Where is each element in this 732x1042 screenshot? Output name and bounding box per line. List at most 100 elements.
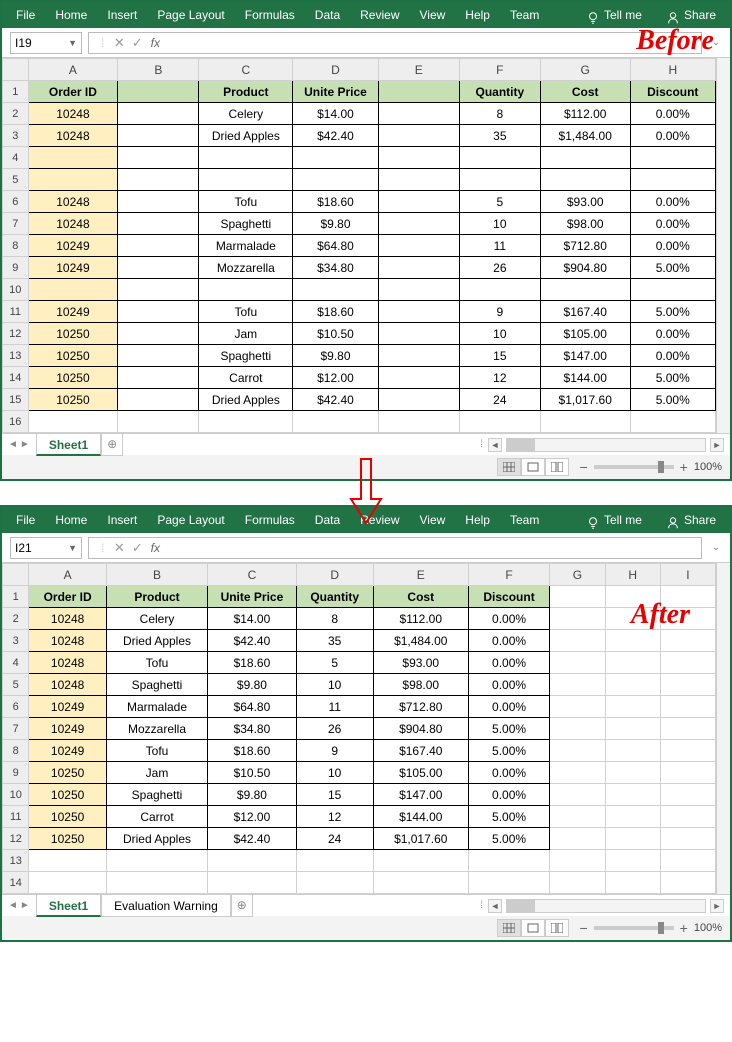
tell-me-button[interactable]: Tell me [576, 507, 652, 533]
cell[interactable]: 10248 [28, 191, 118, 213]
cell[interactable] [550, 806, 605, 828]
cell[interactable] [605, 652, 660, 674]
cell[interactable]: 10248 [29, 674, 106, 696]
row-header-12[interactable]: 12 [3, 828, 29, 850]
row-header-1[interactable]: 1 [3, 586, 29, 608]
cell[interactable]: $42.40 [293, 125, 378, 147]
cell[interactable]: Unite Price [293, 81, 378, 103]
cell[interactable] [208, 872, 296, 894]
cell[interactable] [378, 191, 459, 213]
tell-me-button[interactable]: Tell me [576, 2, 652, 28]
cell[interactable] [28, 169, 118, 191]
cell[interactable]: 0.00% [630, 125, 715, 147]
cell[interactable]: $18.60 [293, 301, 378, 323]
cell[interactable]: Order ID [29, 586, 106, 608]
ribbon-menu-formulas[interactable]: Formulas [235, 507, 305, 533]
cell[interactable] [199, 279, 293, 301]
column-header-C[interactable]: C [208, 564, 296, 586]
row-header-12[interactable]: 12 [3, 323, 29, 345]
cell[interactable] [660, 674, 715, 696]
cell[interactable] [118, 191, 199, 213]
cell[interactable] [118, 323, 199, 345]
cell[interactable]: 0.00% [630, 213, 715, 235]
cell[interactable] [630, 279, 715, 301]
zoom-in-button[interactable]: + [680, 920, 688, 936]
cell[interactable] [550, 740, 605, 762]
cell[interactable] [373, 850, 468, 872]
cell[interactable]: Dried Apples [106, 828, 208, 850]
cell[interactable]: $112.00 [373, 608, 468, 630]
cell[interactable]: 10 [459, 323, 540, 345]
cell[interactable]: Tofu [106, 652, 208, 674]
cell[interactable] [28, 411, 118, 433]
cell[interactable]: $42.40 [208, 828, 296, 850]
cell[interactable]: 5.00% [468, 740, 550, 762]
cell[interactable] [660, 608, 715, 630]
cell[interactable] [118, 367, 199, 389]
horizontal-scrollbar[interactable]: ⁞ ◄ ► [253, 899, 730, 913]
cell[interactable]: $147.00 [373, 784, 468, 806]
cell[interactable] [605, 740, 660, 762]
cell[interactable] [605, 762, 660, 784]
cell[interactable]: 5.00% [630, 389, 715, 411]
ribbon-menu-help[interactable]: Help [455, 507, 500, 533]
ribbon-menu-file[interactable]: File [6, 2, 45, 28]
cell[interactable]: $42.40 [208, 630, 296, 652]
cell[interactable]: Jam [106, 762, 208, 784]
cell[interactable]: 10250 [28, 389, 118, 411]
share-button[interactable]: Share [656, 507, 726, 533]
cell[interactable] [28, 279, 118, 301]
cell[interactable]: Marmalade [106, 696, 208, 718]
row-header-7[interactable]: 7 [3, 718, 29, 740]
cell[interactable] [293, 147, 378, 169]
cell[interactable]: 0.00% [468, 762, 550, 784]
page-break-view-icon[interactable] [545, 458, 569, 476]
cell[interactable] [468, 872, 550, 894]
cell[interactable]: 0.00% [630, 191, 715, 213]
cell[interactable]: Marmalade [199, 235, 293, 257]
cell[interactable]: $34.80 [208, 718, 296, 740]
cell[interactable]: 11 [459, 235, 540, 257]
cell[interactable] [605, 696, 660, 718]
cell[interactable]: 24 [459, 389, 540, 411]
cell[interactable] [118, 103, 199, 125]
fx-button[interactable]: fx [146, 541, 164, 555]
cell[interactable]: 10249 [29, 740, 106, 762]
cell[interactable]: 10249 [29, 718, 106, 740]
cell[interactable] [199, 169, 293, 191]
cell[interactable] [118, 389, 199, 411]
zoom-slider[interactable] [594, 465, 674, 469]
cell[interactable]: 9 [296, 740, 373, 762]
cell[interactable]: Quantity [296, 586, 373, 608]
cell[interactable] [293, 169, 378, 191]
cell[interactable]: Celery [106, 608, 208, 630]
cell[interactable]: 0.00% [630, 103, 715, 125]
ribbon-menu-home[interactable]: Home [45, 507, 97, 533]
cell[interactable] [550, 652, 605, 674]
cell[interactable]: $712.80 [540, 235, 630, 257]
cell[interactable]: $10.50 [293, 323, 378, 345]
cell[interactable] [378, 279, 459, 301]
cell[interactable] [540, 147, 630, 169]
column-header-E[interactable]: E [373, 564, 468, 586]
column-header-I[interactable]: I [660, 564, 715, 586]
cell[interactable]: $98.00 [373, 674, 468, 696]
cell[interactable] [378, 257, 459, 279]
row-header-10[interactable]: 10 [3, 784, 29, 806]
cell[interactable]: 10250 [28, 345, 118, 367]
cell[interactable]: 5.00% [630, 257, 715, 279]
column-header-F[interactable]: F [459, 59, 540, 81]
cell[interactable] [605, 718, 660, 740]
cell[interactable]: 5 [459, 191, 540, 213]
ribbon-menu-home[interactable]: Home [45, 2, 97, 28]
cell[interactable]: 35 [459, 125, 540, 147]
cell[interactable]: Jam [199, 323, 293, 345]
cell[interactable]: 10249 [29, 696, 106, 718]
cell[interactable] [378, 411, 459, 433]
cell[interactable] [118, 81, 199, 103]
cell[interactable] [540, 279, 630, 301]
cell[interactable] [459, 411, 540, 433]
cell[interactable]: $1,017.60 [373, 828, 468, 850]
accept-formula-button[interactable]: ✓ [128, 35, 146, 51]
column-header-D[interactable]: D [296, 564, 373, 586]
